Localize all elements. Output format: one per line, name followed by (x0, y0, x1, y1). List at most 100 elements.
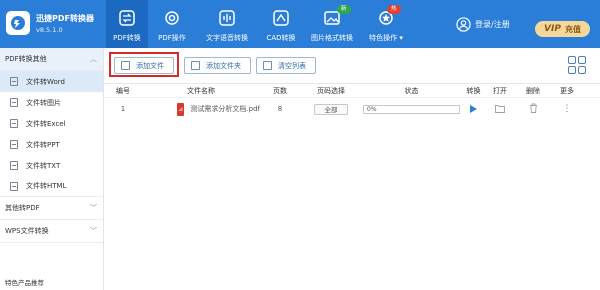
progress-bar: 0% (363, 104, 460, 114)
nav-features[interactable]: 热 特色操作 ▾ (360, 0, 412, 48)
nav-label: 文字语音转换 (206, 34, 248, 42)
sidebar: PDF转换其他 ︿ 文件转Word 文件转图片 文件转Excel 文件转PPT … (0, 48, 104, 290)
convert-icon (118, 9, 136, 27)
row-file-name: ⊿ 测试需求分析文档.pdf (142, 102, 260, 116)
sidebar-group-label: PDF转换其他 (5, 55, 47, 63)
app-version: v8.5.1.0 (36, 26, 63, 34)
nav-label: CAD转换 (266, 34, 296, 42)
row-open (486, 104, 514, 115)
chevron-down-icon: ﹀ (90, 204, 97, 212)
sidebar-item-to-excel[interactable]: 文件转Excel (0, 113, 103, 134)
sidebar-group-other-to-pdf[interactable]: 其他转PDF ﹀ (0, 197, 103, 220)
app-name: 迅捷PDF转换器 (36, 14, 94, 23)
file-name-text: 测试需求分析文档.pdf (190, 105, 260, 113)
featured-products-label: 特色产品推荐 (5, 279, 44, 287)
row-more: ⋮ (552, 104, 582, 114)
header-name: 文件名称 (187, 86, 215, 95)
toolbar: 添加文件 添加文件夹 清空列表 (104, 48, 600, 84)
table-header: 编号 文件名称 页数 页码选择 状态 转换 打开 删除 更多 (104, 84, 600, 98)
header-convert: 转换 (466, 86, 481, 95)
document-icon (10, 98, 18, 107)
nav-pdf-convert[interactable]: PDF转换 (106, 0, 148, 48)
sidebar-item-label: 文件转Excel (26, 119, 66, 128)
sidebar-item-to-image[interactable]: 文件转图片 (0, 92, 103, 113)
header-pages: 页数 (273, 86, 287, 95)
row-convert (461, 105, 486, 113)
pdf-icon: ⊿ (177, 102, 185, 116)
row-no: 1 (120, 105, 126, 113)
audio-wave-icon (218, 9, 236, 27)
sidebar-item-to-ppt[interactable]: 文件转PPT (0, 134, 103, 155)
add-file-button[interactable]: 添加文件 (114, 57, 174, 74)
sidebar-group-wps[interactable]: WPS文件转换 ﹀ (0, 220, 103, 243)
sidebar-group-label: WPS文件转换 (5, 227, 49, 235)
nav-label: 特色操作 ▾ (369, 34, 403, 42)
add-folder-icon (191, 61, 200, 70)
add-file-icon (121, 61, 130, 70)
header-range: 页码选择 (317, 86, 345, 95)
new-badge: 新 (337, 5, 351, 14)
gear-icon (163, 9, 181, 27)
nav-text-speech[interactable]: 文字语音转换 (196, 0, 258, 48)
folder-icon[interactable] (495, 104, 505, 113)
sidebar-item-label: 文件转PPT (26, 140, 60, 149)
app-logo (6, 11, 30, 35)
sidebar-item-to-html[interactable]: 文件转HTML (0, 176, 103, 197)
logo-icon (11, 16, 25, 30)
login-label: 登录/注册 (475, 20, 510, 29)
main-nav: PDF转换 PDF操作 文字语音转换 CAD转换 新 图片格式转换 热 特色操作… (106, 0, 412, 48)
file-table: 编号 文件名称 页数 页码选择 状态 转换 打开 删除 更多 1 ⊿ 测试需求分… (104, 84, 600, 120)
clear-list-label: 清空列表 (278, 61, 306, 70)
table-row[interactable]: 1 ⊿ 测试需求分析文档.pdf 8 全部 0% ⋮ (104, 98, 600, 120)
grid-view-icon[interactable] (568, 56, 586, 74)
hot-badge: 热 (387, 5, 401, 14)
row-range: 全部 (300, 103, 362, 115)
nav-label: PDF转换 (113, 34, 141, 42)
chevron-up-icon: ︿ (90, 55, 97, 63)
header-open: 打开 (493, 86, 507, 95)
header-no: 编号 (116, 86, 130, 95)
add-folder-button[interactable]: 添加文件夹 (184, 57, 251, 74)
document-icon (10, 119, 18, 128)
chevron-down-icon: ﹀ (90, 227, 97, 235)
nav-pdf-operate[interactable]: PDF操作 (148, 0, 196, 48)
clear-icon (263, 61, 272, 70)
recharge-label: 充值 (564, 24, 581, 34)
row-status: 0% (362, 104, 461, 114)
header-more: 更多 (560, 86, 574, 95)
top-bar: 迅捷PDF转换器 v8.5.1.0 PDF转换 PDF操作 文字语音转换 CAD… (0, 0, 600, 48)
login-button[interactable]: 登录/注册 (456, 17, 510, 32)
vip-label: VIP (544, 24, 561, 34)
nav-label: 图片格式转换 (311, 34, 353, 42)
row-pages: 8 (277, 105, 283, 113)
sidebar-item-label: 文件转TXT (26, 161, 61, 170)
sidebar-item-label: 文件转Word (26, 77, 65, 86)
document-icon (10, 161, 18, 170)
cad-icon (272, 9, 290, 27)
user-icon (456, 17, 471, 32)
nav-cad[interactable]: CAD转换 (258, 0, 304, 48)
sidebar-group-label: 其他转PDF (5, 204, 40, 212)
sidebar-item-label: 文件转HTML (26, 182, 67, 190)
sidebar-group-pdf-convert[interactable]: PDF转换其他 ︿ (0, 48, 103, 71)
progress-text: 0% (367, 105, 377, 113)
sidebar-item-to-txt[interactable]: 文件转TXT (0, 155, 103, 176)
document-icon (10, 140, 18, 149)
document-icon (10, 181, 18, 191)
row-delete (514, 103, 552, 115)
add-folder-label: 添加文件夹 (206, 61, 241, 70)
play-icon[interactable] (470, 105, 477, 113)
sidebar-item-label: 文件转图片 (26, 98, 61, 107)
more-icon[interactable]: ⋮ (563, 104, 572, 114)
page-range-select[interactable]: 全部 (314, 103, 348, 115)
nav-image-convert[interactable]: 新 图片格式转换 (304, 0, 360, 48)
header-delete: 删除 (526, 86, 540, 95)
clear-list-button[interactable]: 清空列表 (256, 57, 316, 74)
add-file-label: 添加文件 (136, 61, 164, 70)
header-status: 状态 (404, 86, 419, 95)
document-icon (10, 77, 18, 86)
nav-label: PDF操作 (158, 34, 186, 42)
trash-icon[interactable] (529, 103, 538, 113)
sidebar-item-to-word[interactable]: 文件转Word (0, 71, 103, 92)
vip-recharge-button[interactable]: VIP 充值 (535, 21, 590, 37)
